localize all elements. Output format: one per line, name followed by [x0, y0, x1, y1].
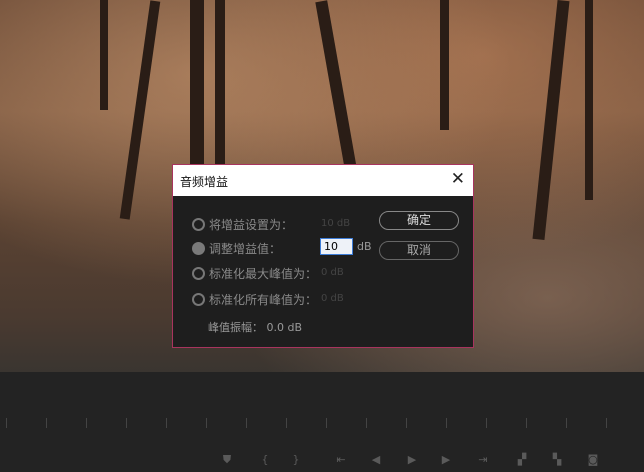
option-label: 将增益设置为： — [209, 218, 294, 232]
peak-amplitude: 峰值振幅： 0.0 dB — [208, 319, 302, 335]
tree-trunk — [119, 0, 161, 220]
radio-normalize-max-peak[interactable] — [192, 267, 205, 280]
transport-controls: ⛊ { } ⇤ ◀ ▶ ▶ ⇥ ▞ ▚ ◙ — [0, 452, 644, 468]
set-gain-value: 10 dB — [321, 218, 351, 229]
ruler-tick — [606, 418, 607, 428]
tree-trunk — [315, 0, 357, 170]
option-adjust-gain[interactable]: 调整增益值： — [192, 240, 281, 257]
option-label: 标准化最大峰值为： — [209, 267, 318, 281]
tree-trunk — [100, 0, 108, 110]
insert-icon[interactable]: ▞ — [514, 452, 530, 468]
ok-button[interactable]: 确定 — [379, 211, 459, 230]
ruler-tick — [166, 418, 167, 428]
go-to-in-icon[interactable]: ⇤ — [333, 452, 349, 468]
option-set-gain[interactable]: 将增益设置为： — [192, 216, 293, 233]
ruler-tick — [526, 418, 527, 428]
dialog-title: 音频增益 — [180, 175, 229, 189]
step-back-icon[interactable]: ◀ — [368, 452, 384, 468]
ruler-tick — [206, 418, 207, 428]
mark-out-icon[interactable]: } — [288, 452, 304, 468]
ruler-tick — [446, 418, 447, 428]
radio-normalize-all-peaks[interactable] — [192, 293, 205, 306]
go-to-out-icon[interactable]: ⇥ — [475, 452, 491, 468]
mark-in-icon[interactable]: { — [257, 452, 273, 468]
option-normalize-all-peaks[interactable]: 标准化所有峰值为： — [192, 291, 317, 308]
dialog-titlebar[interactable]: 音频增益 ✕ — [173, 165, 473, 196]
radio-adjust-gain[interactable] — [192, 242, 205, 255]
radio-set-gain[interactable] — [192, 218, 205, 231]
tree-trunk — [440, 0, 449, 130]
peak-value: 0.0 dB — [266, 321, 303, 334]
cancel-button[interactable]: 取消 — [379, 241, 459, 260]
option-normalize-max-peak[interactable]: 标准化最大峰值为： — [192, 265, 317, 282]
audio-gain-dialog: 音频增益 ✕ 将增益设置为： 10 dB 调整增益值： 10 dB 标准化最大峰… — [172, 164, 474, 348]
ruler-tick — [486, 418, 487, 428]
overwrite-icon[interactable]: ▚ — [549, 452, 565, 468]
ruler-tick — [246, 418, 247, 428]
tree-trunk — [532, 0, 570, 240]
adjust-gain-input[interactable]: 10 — [320, 238, 353, 255]
close-icon[interactable]: ✕ — [451, 169, 465, 189]
ruler-tick — [46, 418, 47, 428]
ruler-tick — [126, 418, 127, 428]
ruler-tick — [566, 418, 567, 428]
option-label: 调整增益值： — [209, 242, 282, 256]
export-frame-icon[interactable]: ◙ — [585, 452, 601, 468]
ruler-tick — [406, 418, 407, 428]
ruler-tick — [366, 418, 367, 428]
ruler-tick — [86, 418, 87, 428]
ruler-tick — [6, 418, 7, 428]
ruler-tick — [326, 418, 327, 428]
peak-label: 峰值振幅： — [208, 321, 263, 334]
normalize-all-peaks-value: 0 dB — [321, 293, 344, 304]
play-icon[interactable]: ▶ — [404, 452, 420, 468]
tree-trunk — [585, 0, 593, 200]
step-forward-icon[interactable]: ▶ — [438, 452, 454, 468]
marker-icon[interactable]: ⛊ — [219, 452, 235, 468]
ruler-tick — [286, 418, 287, 428]
option-label: 标准化所有峰值为： — [209, 293, 318, 307]
normalize-max-peak-value: 0 dB — [321, 267, 344, 278]
db-unit-label: dB — [357, 240, 372, 253]
